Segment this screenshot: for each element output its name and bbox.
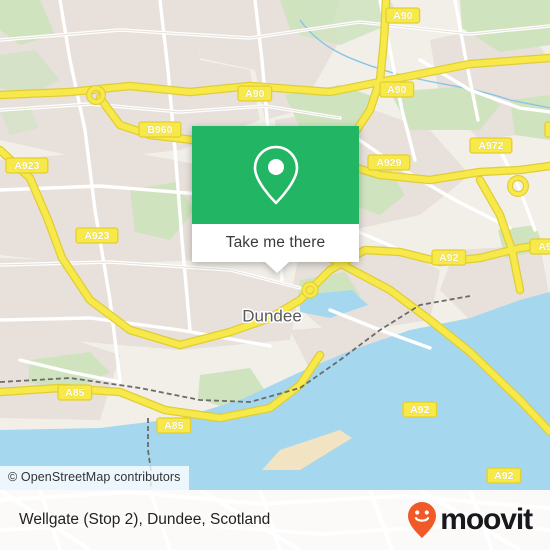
callout-image-area	[192, 126, 359, 224]
road-shield: A92	[431, 249, 467, 266]
road-shield: A972	[469, 137, 513, 154]
take-me-there-label: Take me there	[225, 234, 326, 251]
road-shield: A92	[486, 467, 522, 484]
map-pin-icon	[253, 145, 298, 205]
road-shield-label: A85	[164, 420, 183, 432]
road-shield-label: A90	[393, 10, 412, 22]
road-shield-label: A92	[410, 404, 429, 416]
road-shield-label: A90	[387, 84, 406, 96]
road-shield-label: A929	[376, 157, 401, 169]
callout-pointer-tail	[265, 262, 289, 273]
moovit-pin-smile-icon	[408, 502, 437, 538]
callout-action-bar[interactable]: Take me there	[192, 224, 359, 262]
map-attribution[interactable]: © OpenStreetMap contributors	[0, 466, 189, 490]
road-shield-label: A923	[14, 160, 39, 172]
road-shield: A85	[156, 417, 192, 434]
road-shield: B	[544, 121, 550, 138]
map-city-label: Dundee	[242, 306, 302, 325]
road-shield: A90	[237, 85, 273, 102]
screenshot-root: A90 A90 A90 B960 A972 A929 A923 B A923 A92 A930 A85…	[0, 0, 550, 550]
moovit-brand-logo[interactable]: moovit	[407, 501, 533, 539]
road-shield: A923	[5, 157, 49, 174]
stop-title: Wellgate (Stop 2), Dundee, Scotland	[19, 511, 271, 528]
road-shield-label: A92	[439, 252, 458, 264]
map-canvas[interactable]: A90 A90 A90 B960 A972 A929 A923 B A923 A92 A930 A85…	[0, 0, 550, 490]
page-footer: Wellgate (Stop 2), Dundee, Scotland moov…	[0, 490, 550, 550]
road-shield-label: A923	[84, 230, 109, 242]
road-shield: A923	[75, 227, 119, 244]
road-shield-label: A930	[538, 241, 550, 253]
road-shield: A929	[367, 154, 411, 171]
road-shield-label: A972	[478, 140, 503, 152]
road-shield-label: A92	[494, 470, 513, 482]
moovit-wordmark: moovit	[440, 503, 533, 536]
road-shield-label: B960	[147, 124, 172, 136]
road-shield: A92	[402, 401, 438, 418]
road-shield-label: A90	[245, 88, 264, 100]
road-shield: A85	[57, 384, 93, 401]
road-shield-label: A85	[65, 387, 84, 399]
road-shield: A90	[379, 81, 415, 98]
road-shield: B960	[138, 121, 182, 138]
road-shield: A930	[529, 238, 550, 255]
road-shield: A90	[385, 7, 421, 24]
location-callout-card[interactable]: Take me there	[192, 126, 359, 273]
